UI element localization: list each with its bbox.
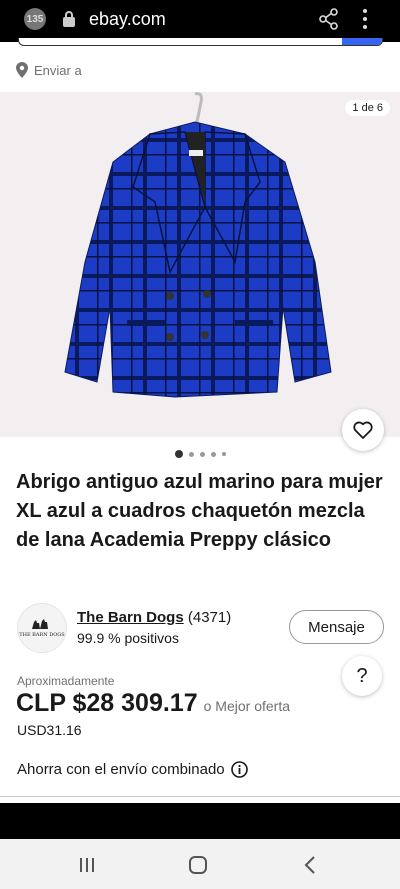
search-bar[interactable]	[18, 38, 383, 46]
pagination-dot[interactable]	[174, 450, 183, 458]
seller-avatar[interactable]: THE BARN DOGS	[17, 603, 67, 653]
image-counter: 1 de 6	[345, 100, 390, 116]
product-image-gallery[interactable]: 1 de 6	[0, 92, 400, 437]
seller-logo-text: THE BARN DOGS	[19, 632, 65, 638]
help-button[interactable]: ?	[342, 656, 382, 696]
price-row: CLP $28 309.17 o Mejor oferta	[16, 689, 290, 718]
more-vert-icon[interactable]	[360, 8, 370, 30]
question-mark-icon: ?	[356, 664, 368, 687]
seller-positive-feedback: 99.9 % positivos	[77, 630, 179, 646]
address-bar-url[interactable]: ebay.com	[89, 9, 166, 30]
heart-icon	[353, 421, 373, 439]
pagination-dot[interactable]	[188, 451, 194, 457]
search-button[interactable]	[342, 38, 382, 45]
ship-to-label: Enviar a	[34, 62, 82, 78]
home-icon[interactable]	[189, 856, 207, 874]
ship-to-row[interactable]: Enviar a	[16, 62, 82, 78]
watchlist-button[interactable]	[342, 409, 384, 451]
pagination-dot[interactable]	[199, 451, 205, 457]
seller-name-row[interactable]: The Barn Dogs (4371)	[77, 609, 231, 626]
combined-shipping-row[interactable]: Ahorra con el envío combinado	[17, 761, 248, 778]
best-offer-label: o Mejor oferta	[203, 698, 290, 714]
seller-name-link[interactable]: The Barn Dogs	[77, 609, 184, 626]
info-icon[interactable]	[230, 761, 248, 778]
location-pin-icon	[16, 62, 28, 78]
lock-icon[interactable]	[62, 10, 76, 28]
pagination-dot[interactable]	[210, 451, 216, 457]
product-image[interactable]	[55, 92, 350, 437]
section-divider	[0, 796, 400, 797]
dogs-logo-icon	[32, 619, 48, 629]
bottom-overlay-band	[0, 803, 400, 839]
item-price: CLP $28 309.17	[16, 689, 198, 717]
approx-label: Aproximadamente	[17, 674, 115, 688]
usd-price: USD31.16	[17, 722, 82, 738]
share-icon[interactable]	[318, 8, 340, 30]
gallery-pagination-dots	[0, 450, 400, 458]
browser-toolbar: 135 ebay.com	[0, 0, 400, 42]
back-icon[interactable]	[303, 856, 317, 874]
recents-icon[interactable]	[78, 857, 96, 873]
message-seller-button[interactable]: Mensaje	[289, 610, 384, 644]
tab-count-button[interactable]: 135	[24, 8, 46, 30]
item-title: Abrigo antiguo azul marino para mujer XL…	[16, 471, 383, 551]
seller-feedback-count: (4371)	[187, 609, 232, 626]
combined-shipping-label: Ahorra con el envío combinado	[17, 761, 225, 778]
pagination-dot[interactable]	[221, 452, 226, 456]
